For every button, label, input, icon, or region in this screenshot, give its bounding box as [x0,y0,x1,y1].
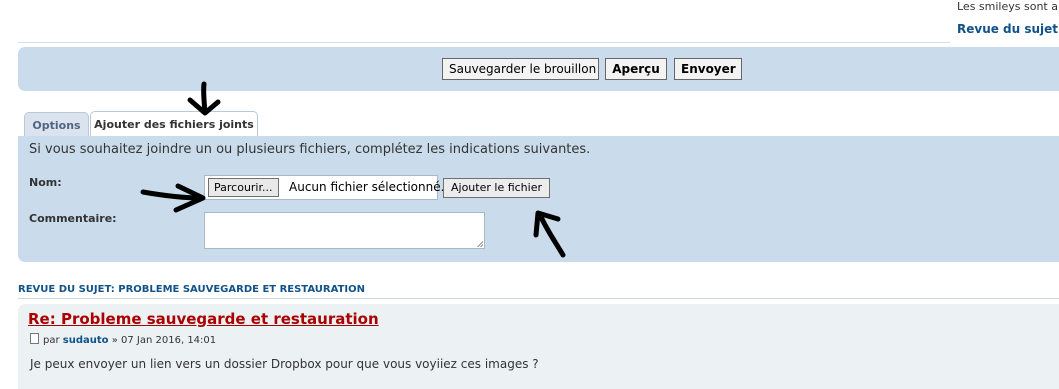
annotation-arrow-up-left [533,210,566,258]
save-draft-button[interactable]: Sauvegarder le brouillon [442,58,599,80]
smileys-info-text: Les smileys sont a [957,0,1058,13]
post-by-label: par [43,335,60,346]
no-file-text: Aucun fichier sélectionné. [289,180,445,194]
comment-label: Commentaire: [29,212,117,225]
comment-textarea[interactable] [204,212,485,249]
attachments-intro-text: Si vous souhaitez joindre un ou plusieur… [29,142,591,157]
annotation-arrow-right [140,183,206,213]
review-heading: REVUE DU SUJET: PROBLEME SAUVEGARDE ET R… [18,284,365,295]
divider [18,298,1059,299]
annotation-arrow-down [187,81,221,116]
post-body: Je peux envoyer un lien vers un dossier … [30,357,539,371]
file-input[interactable]: Parcourir... Aucun fichier sélectionné. [204,175,444,200]
post-icon[interactable] [30,333,39,344]
name-label: Nom: [29,176,62,189]
post-meta: par sudauto » 07 Jan 2016, 14:01 [30,333,216,346]
resize-grip-icon[interactable] [477,241,483,247]
submit-panel: Sauvegarder le brouillon Aperçu Envoyer [18,47,1059,91]
preview-button[interactable]: Aperçu [605,58,667,80]
post-date: » 07 Jan 2016, 14:01 [111,335,217,346]
tab-attachments[interactable]: Ajouter des fichiers joints [90,111,258,137]
send-button[interactable]: Envoyer [674,58,742,80]
browse-button[interactable]: Parcourir... [208,178,279,197]
add-file-button[interactable]: Ajouter le fichier [443,178,550,198]
top-strip [18,0,950,43]
post-title-link[interactable]: Re: Probleme sauvegarde et restauration [28,310,379,328]
tab-options[interactable]: Options [24,112,89,137]
post-author-link[interactable]: sudauto [63,335,109,346]
review-topic-link[interactable]: Revue du sujet [957,22,1058,36]
